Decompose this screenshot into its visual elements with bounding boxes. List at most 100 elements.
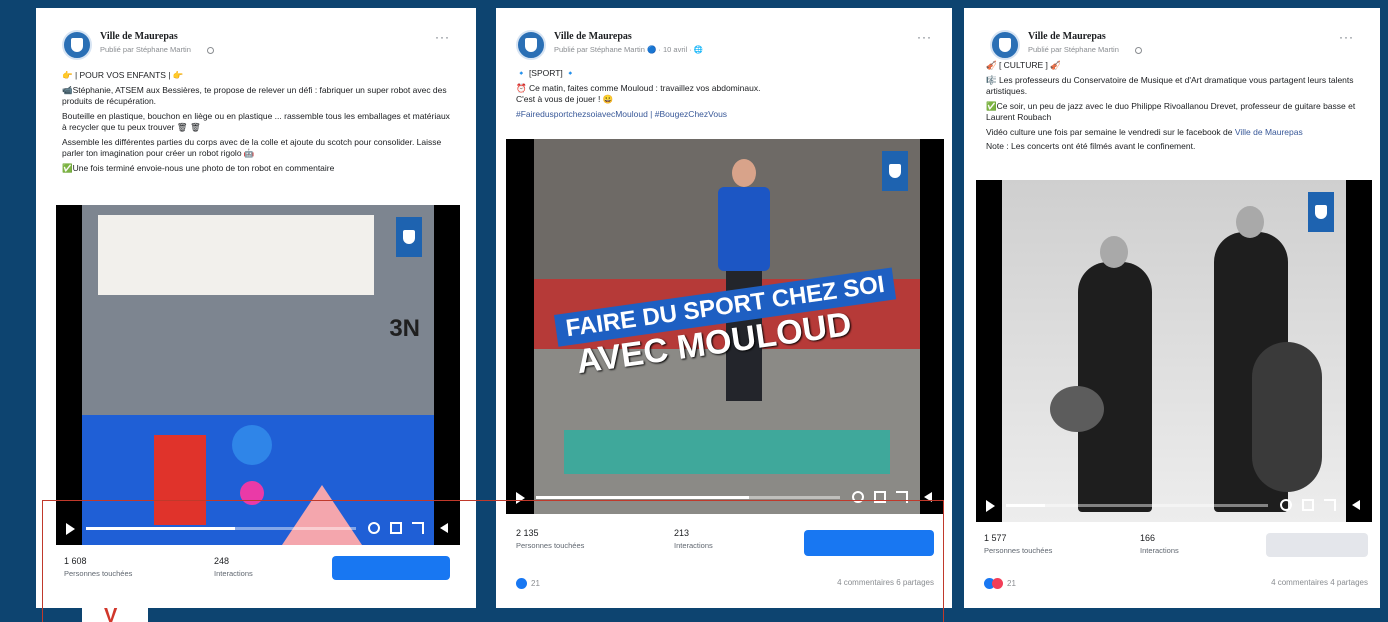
video-player[interactable]: 3N [56,205,460,545]
post-line: ⏰ Ce matin, faites comme Mouloud : trava… [516,82,761,93]
guitarist-figure [1078,236,1152,512]
page-name[interactable]: Ville de Maurepas [554,31,632,42]
volume-icon[interactable] [924,492,932,502]
comments-shares[interactable]: 4 commentaires 4 partages [1271,578,1368,587]
interactions-label: Interactions [1140,546,1179,555]
video-progress-fill [86,527,235,530]
gear-icon[interactable] [852,491,864,503]
boost-post-button[interactable] [1266,533,1368,557]
shield-icon [71,38,83,52]
play-icon[interactable] [986,500,995,512]
volume-icon[interactable] [1352,500,1360,510]
reach-stat: 1 608 Personnes touchées [64,556,132,578]
post-line: 👉 | POUR VOS ENFANTS | 👉 [62,70,184,80]
picture-in-picture-icon[interactable] [1302,499,1314,511]
post-line: 🔹 [SPORT] 🔹 [516,68,576,78]
bassist-head [1236,206,1264,238]
fullscreen-icon[interactable] [412,522,424,534]
video-controls [64,519,452,539]
post-hashtags[interactable]: #FairedusportchezsoiavecMouloud | #Bouge… [516,109,932,121]
post-footer: 21 4 commentaires 4 partages [984,578,1368,592]
fullscreen-icon[interactable] [896,491,908,503]
post-line: Bouteille en plastique, bouchon en liège… [62,110,450,133]
post-header: Ville de Maurepas Publié par Stéphane Ma… [62,30,450,64]
interactions-stat: 213 Interactions [674,528,713,550]
post-meta: Publié par Stéphane Martin [1028,45,1142,54]
coach-body [718,187,770,271]
post-stats: 2 135 Personnes touchées 213 Interaction… [516,528,934,568]
picture-in-picture-icon[interactable] [390,522,402,534]
post-line: 🎻 [ CULTURE ] 🎻 [986,60,1061,70]
play-icon[interactable] [516,492,525,504]
reach-label: Personnes touchées [516,541,585,550]
play-icon[interactable] [66,523,75,535]
interactions-value: 166 [1140,533,1156,543]
post-meta: Publié par Stéphane Martin 🔵 · 10 avril … [554,45,704,54]
town-logo [396,217,422,257]
fullscreen-icon[interactable] [1324,499,1336,511]
post-stats: 1 577 Personnes touchées 166 Interaction… [984,533,1368,573]
volume-icon[interactable] [440,523,448,533]
video-mat [564,430,890,474]
page-avatar[interactable] [516,30,546,60]
interactions-stat: 248 Interactions [214,556,253,578]
like-reaction-icon[interactable] [516,578,527,589]
post-text: 👉 | POUR VOS ENFANTS | 👉 📹Stéphanie, ATS… [62,70,450,177]
video-controls [984,496,1364,516]
guitar-shape [1050,386,1104,432]
post-line: C'est à vous de jouer ! 😀 [516,94,614,104]
video-frame[interactable] [1002,180,1346,522]
interactions-stat: 166 Interactions [1140,533,1179,555]
more-options-icon[interactable]: ··· [435,30,450,44]
robot-art-disc [232,425,272,465]
reach-stat: 1 577 Personnes touchées [984,533,1052,555]
gear-icon[interactable] [368,522,380,534]
robot-art-panel [98,215,374,295]
post-card-robot: Ville de Maurepas Publié par Stéphane Ma… [36,8,476,608]
more-options-icon[interactable]: ··· [1339,30,1354,44]
video-frame[interactable]: FAIRE DU SPORT CHEZ SOI AVEC MOULOUD [534,139,920,514]
video-player[interactable]: FAIRE DU SPORT CHEZ SOI AVEC MOULOUD [506,139,944,514]
reaction-count[interactable]: 21 [531,579,540,588]
page-avatar[interactable] [62,30,92,60]
interactions-value: 213 [674,528,690,538]
reach-label: Personnes touchées [984,546,1053,555]
reach-value: 1 577 [984,533,1007,543]
boost-post-button[interactable] [332,556,450,580]
shield-icon [889,164,901,178]
guitarist-head [1100,236,1128,268]
post-line: Vidéo culture une fois par semaine le ve… [986,127,1360,139]
post-meta: Publié par Stéphane Martin [100,45,214,54]
gear-icon[interactable] [1280,499,1292,511]
page-avatar[interactable] [990,30,1020,60]
video-progress-bar[interactable] [1006,504,1268,507]
post-card-culture: Ville de Maurepas Publié par Stéphane Ma… [964,8,1380,608]
picture-in-picture-icon[interactable] [874,491,886,503]
boost-post-button[interactable] [804,530,934,556]
post-header: Ville de Maurepas Publié par Stéphane Ma… [990,30,1354,64]
globe-icon [1134,46,1142,54]
video-progress-bar[interactable] [86,527,356,530]
page-name[interactable]: Ville de Maurepas [1028,31,1106,42]
page-name[interactable]: Ville de Maurepas [100,31,178,42]
video-frame[interactable]: 3N [82,205,434,545]
post-text: 🔹 [SPORT] 🔹 ⏰ Ce matin, faites comme Mou… [516,68,932,123]
comments-shares[interactable]: 4 commentaires 6 partages [837,578,934,587]
video-progress-bar[interactable] [536,496,840,499]
shield-icon [1315,205,1327,219]
post-card-sport: Ville de Maurepas Publié par Stéphane Ma… [496,8,952,608]
reach-value: 2 135 [516,528,539,538]
robot-art-red [154,435,206,525]
page-link[interactable]: Ville de Maurepas [1235,127,1303,137]
post-author: Publié par Stéphane Martin [100,45,191,54]
reaction-count[interactable]: 21 [1007,579,1016,588]
culture-line-text: Vidéo culture une fois par semaine le ve… [986,126,1235,137]
video-progress-fill [1006,504,1046,507]
post-line: ✅Ce soir, un peu de jazz avec le duo Phi… [986,100,1356,123]
video-player[interactable] [976,180,1372,522]
love-reaction-icon[interactable] [992,578,1003,589]
more-options-icon[interactable]: ··· [917,30,932,44]
video-controls [514,488,936,508]
reach-value: 1 608 [64,556,87,566]
town-logo [882,151,908,191]
